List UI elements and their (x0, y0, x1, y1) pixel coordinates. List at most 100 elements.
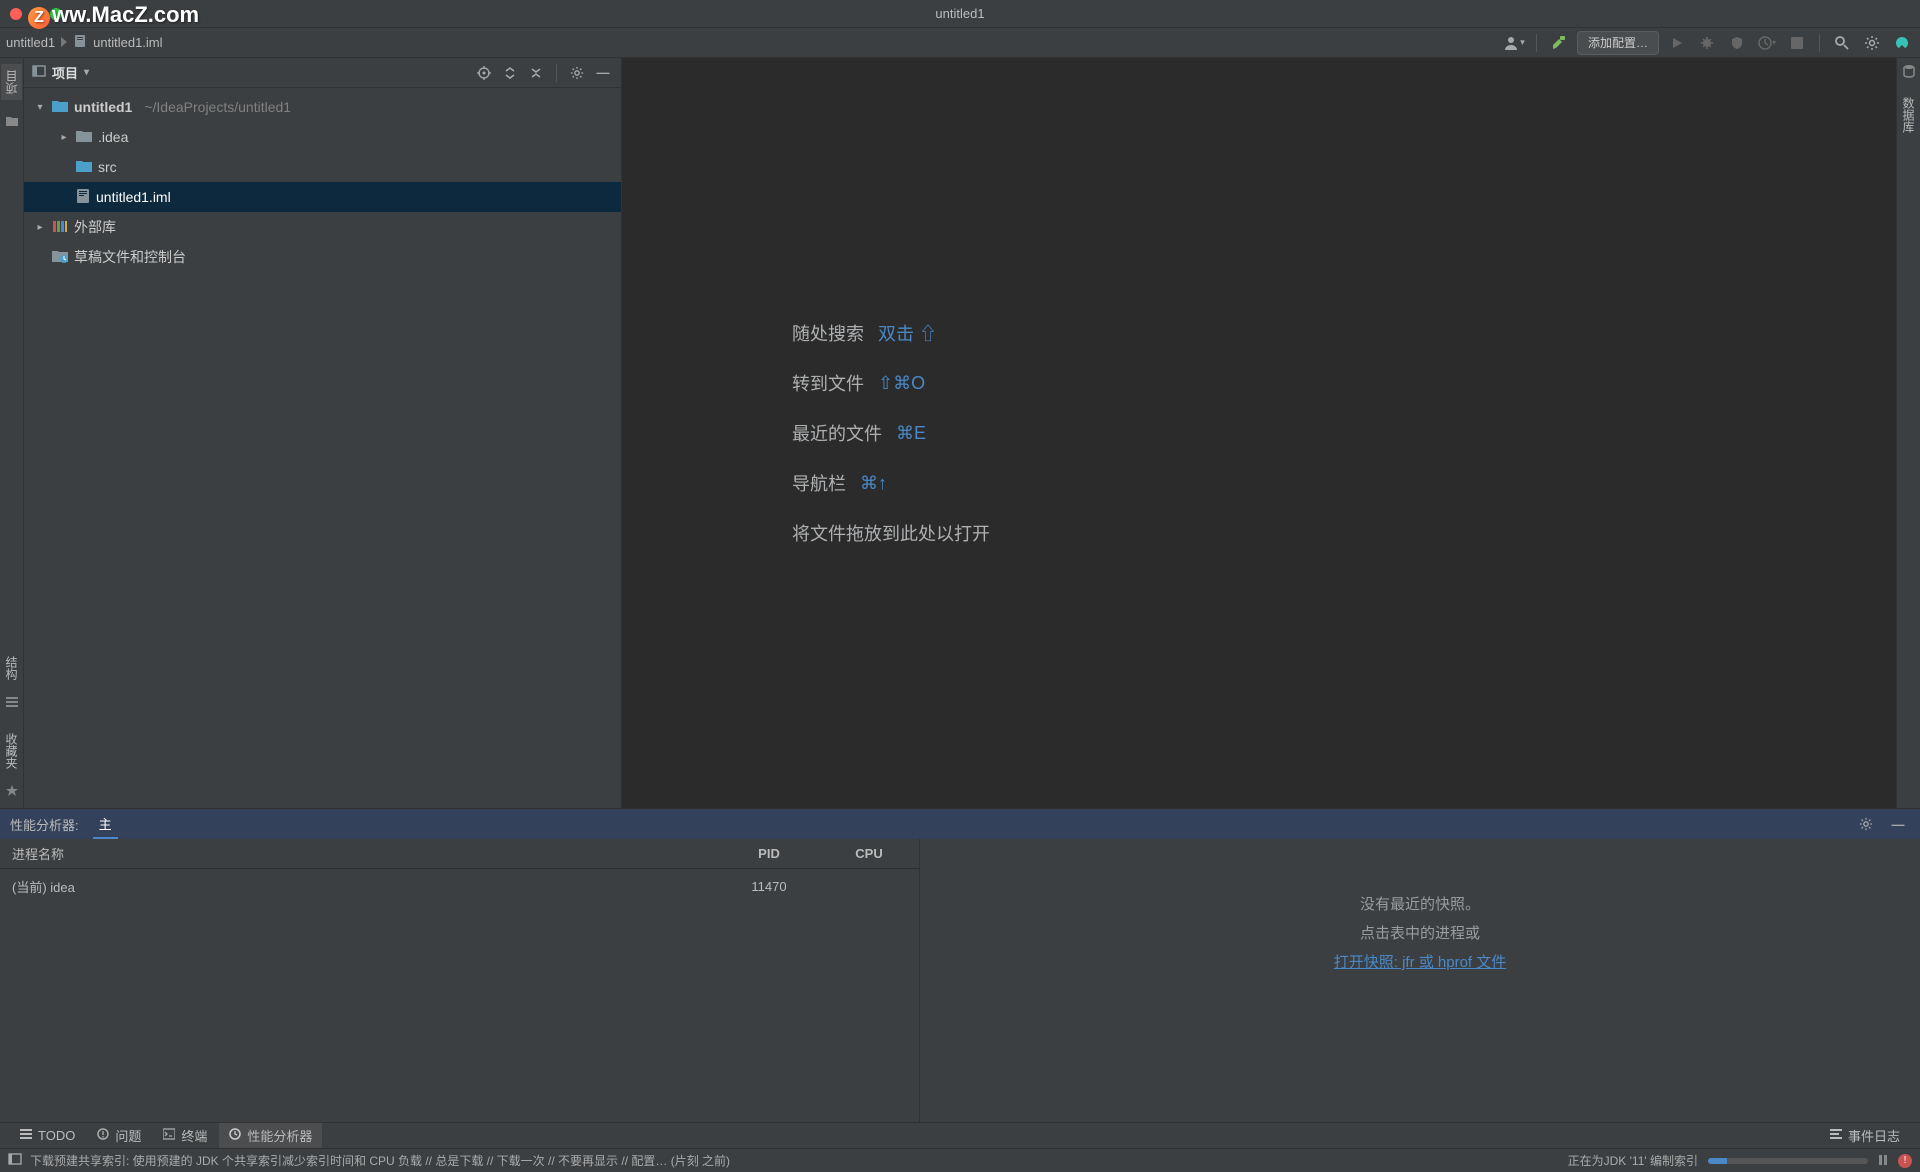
tree-node-root[interactable]: ▾ untitled1 ~/IdeaProjects/untitled1 (24, 92, 621, 122)
hint-recent-key: ⌘E (896, 423, 926, 444)
tool-windows-icon[interactable] (8, 1152, 22, 1169)
coverage-icon[interactable] (1725, 31, 1749, 55)
hint-recent-label: 最近的文件 (792, 420, 882, 446)
stop-icon[interactable] (1785, 31, 1809, 55)
folder-icon (76, 159, 92, 176)
project-tool-window: 项目 ▾ — ▾ untitled1 ~/IdeaProjects/ (24, 58, 622, 808)
tab-todo[interactable]: TODO (10, 1125, 85, 1146)
tree-label: .idea (98, 129, 128, 145)
cell-pid: 11470 (719, 879, 819, 894)
tree-label: untitled1.iml (96, 189, 171, 205)
file-icon (73, 34, 87, 51)
col-pid[interactable]: PID (719, 846, 819, 861)
libraries-icon (52, 219, 68, 236)
hint-goto-key: ⇧⌘O (878, 373, 925, 394)
tree-node-iml[interactable]: untitled1.iml (24, 182, 621, 212)
hint-search-label: 随处搜索 (792, 320, 864, 346)
tree-node-src[interactable]: src (24, 152, 621, 182)
tree-node-idea[interactable]: ▸ .idea (24, 122, 621, 152)
chevron-right-icon[interactable]: ▸ (34, 222, 46, 233)
status-message[interactable]: 下载预建共享索引: 使用预建的 JDK 个共享索引减少索引时间和 CPU 负载 … (30, 1152, 730, 1169)
hint-drop-label: 将文件拖放到此处以打开 (792, 520, 990, 546)
hint-search-key: 双击 ⇧ (878, 320, 937, 346)
col-process-name[interactable]: 进程名称 (0, 844, 719, 863)
tree-label: src (98, 159, 117, 175)
separator (1819, 34, 1820, 52)
navigation-bar: untitled1 untitled1.iml ▾ 添加配置… ▾ (0, 28, 1920, 58)
collapse-all-icon[interactable] (526, 63, 546, 83)
project-view-icon (32, 64, 46, 81)
window-title: untitled1 (935, 6, 984, 21)
error-indicator-icon[interactable]: ! (1898, 1154, 1912, 1168)
tab-terminal[interactable]: 终端 (153, 1123, 217, 1148)
tool-tab-database[interactable]: 数据库 (1898, 91, 1919, 139)
profiler-tab-main[interactable]: 主 (93, 810, 118, 839)
folder-icon (76, 129, 92, 146)
folder-icon[interactable] (5, 114, 19, 131)
tree-node-scratches[interactable]: 草稿文件和控制台 (24, 242, 621, 272)
project-tree[interactable]: ▾ untitled1 ~/IdeaProjects/untitled1 ▸ .… (24, 88, 621, 808)
debug-icon[interactable] (1695, 31, 1719, 55)
close-window-button[interactable] (10, 8, 22, 20)
database-icon[interactable] (1902, 64, 1916, 81)
gear-icon[interactable] (567, 63, 587, 83)
star-icon (6, 785, 18, 800)
tree-label: untitled1 (74, 99, 132, 115)
breadcrumb-file[interactable]: untitled1.iml (93, 35, 162, 50)
tree-path: ~/IdeaProjects/untitled1 (144, 99, 291, 115)
file-icon (76, 188, 90, 207)
open-snapshot-link[interactable]: 打开快照: jfr 或 hprof 文件 (1334, 951, 1507, 972)
search-icon[interactable] (1830, 31, 1854, 55)
locate-icon[interactable] (474, 63, 494, 83)
hide-icon[interactable]: — (1886, 812, 1910, 836)
clock-icon (229, 1128, 241, 1143)
breadcrumb[interactable]: untitled1 untitled1.iml (6, 34, 163, 51)
tab-profiler[interactable]: 性能分析器 (219, 1123, 322, 1148)
indexing-label[interactable]: 正在为JDK '11' 编制索引 (1568, 1152, 1698, 1169)
progress-bar[interactable] (1708, 1158, 1868, 1164)
terminal-icon (163, 1128, 175, 1143)
warning-icon (97, 1128, 109, 1143)
profiler-process-table[interactable]: 进程名称 PID CPU (当前) idea 11470 (0, 839, 920, 1122)
tree-node-libs[interactable]: ▸ 外部库 (24, 212, 621, 242)
table-row[interactable]: (当前) idea 11470 (0, 869, 919, 903)
user-icon[interactable]: ▾ (1502, 31, 1526, 55)
col-cpu[interactable]: CPU (819, 846, 919, 861)
tree-label: 草稿文件和控制台 (74, 247, 186, 267)
hint-goto-label: 转到文件 (792, 370, 864, 396)
tool-tab-favorites[interactable]: 收藏夹 (1, 727, 22, 775)
chevron-down-icon[interactable]: ▾ (34, 102, 46, 113)
profiler-run-icon[interactable]: ▾ (1755, 31, 1779, 55)
profiler-tool-window: 性能分析器: 主 — 进程名称 PID CPU (当前) idea 11470 (0, 808, 1920, 1122)
expand-all-icon[interactable] (500, 63, 520, 83)
maximize-window-button[interactable] (50, 8, 62, 20)
bottom-tool-tabs: TODO 问题 终端 性能分析器 事件日志 (0, 1122, 1920, 1148)
chevron-right-icon[interactable]: ▸ (58, 132, 70, 143)
left-gutter: 项目 结构 收藏夹 (0, 58, 24, 808)
status-bar: 下载预建共享索引: 使用预建的 JDK 个共享索引减少索引时间和 CPU 负载 … (0, 1148, 1920, 1172)
hint-nav-key: ⌘↑ (860, 473, 887, 494)
project-pane-title[interactable]: 项目 (52, 63, 78, 82)
tab-problems[interactable]: 问题 (87, 1123, 151, 1148)
hammer-icon[interactable] (1547, 31, 1571, 55)
empty-line-2: 点击表中的进程或 (1360, 922, 1480, 943)
chevron-right-icon (61, 35, 67, 50)
tool-tab-project[interactable]: 项目 (1, 64, 22, 100)
run-icon[interactable] (1665, 31, 1689, 55)
gear-icon[interactable] (1860, 31, 1884, 55)
add-configuration-button[interactable]: 添加配置… (1577, 31, 1659, 55)
minimize-window-button[interactable] (30, 8, 42, 20)
tool-tab-structure[interactable]: 结构 (1, 650, 22, 686)
space-icon[interactable] (1890, 31, 1914, 55)
right-gutter: 数据库 (1896, 58, 1920, 808)
gear-icon[interactable] (1854, 812, 1878, 836)
separator (1536, 34, 1537, 52)
titlebar: untitled1 Zww.MacZ.com (0, 0, 1920, 28)
hide-icon[interactable]: — (593, 63, 613, 83)
pause-icon[interactable] (1878, 1154, 1888, 1168)
editor-empty-state: 随处搜索双击 ⇧ 转到文件⇧⌘O 最近的文件⌘E 导航栏⌘↑ 将文件拖放到此处以… (622, 58, 1896, 808)
tree-label: 外部库 (74, 217, 116, 237)
chevron-down-icon[interactable]: ▾ (84, 67, 89, 78)
tab-event-log[interactable]: 事件日志 (1820, 1123, 1910, 1148)
breadcrumb-root[interactable]: untitled1 (6, 35, 55, 50)
